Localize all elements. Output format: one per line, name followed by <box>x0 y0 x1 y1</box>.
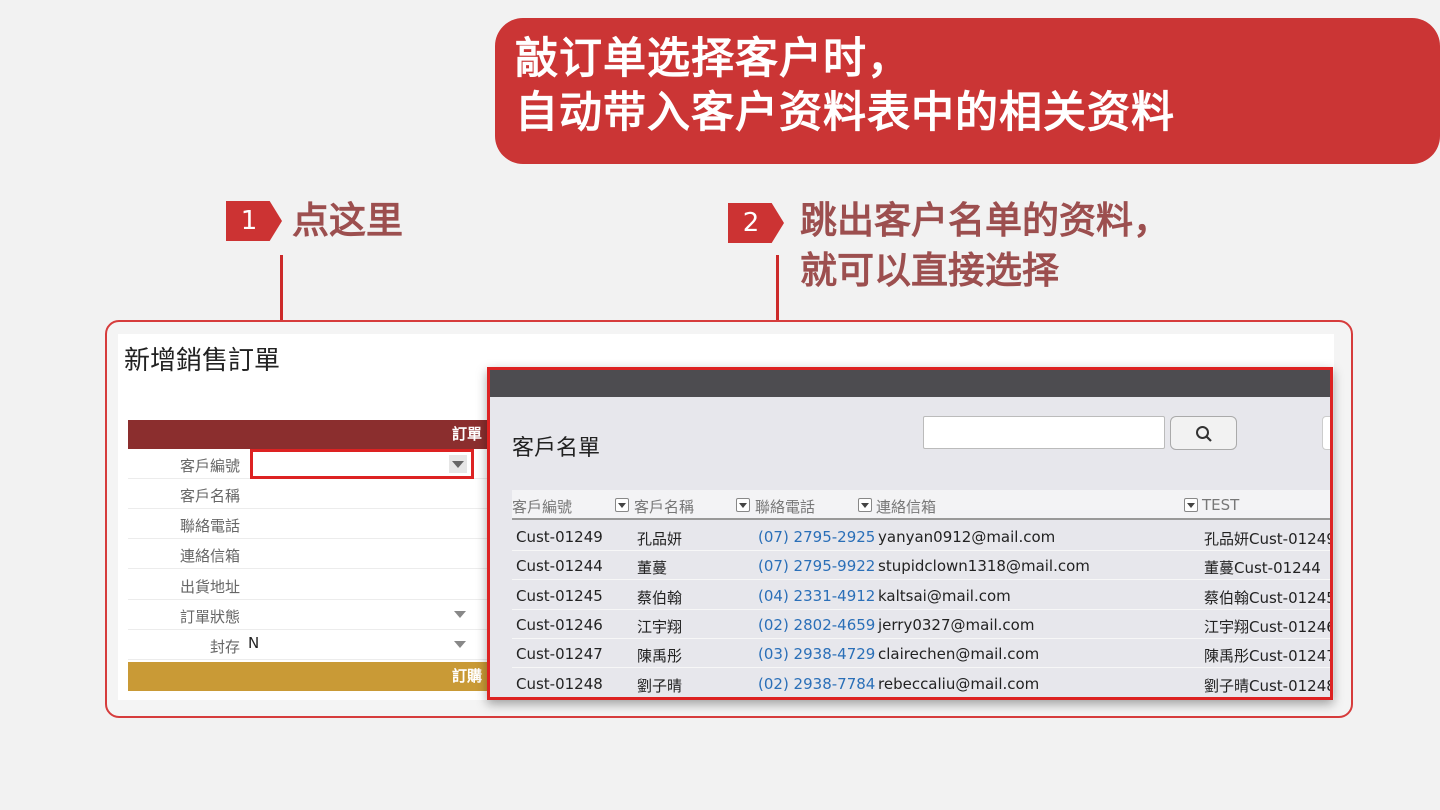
cell-customer-name: 劉子晴 <box>637 676 683 695</box>
chevron-down-icon[interactable] <box>454 611 466 618</box>
cell-phone[interactable]: (04) 2331-4912 <box>758 587 875 605</box>
column-header-customer-id[interactable]: 客戶編號 <box>512 496 572 517</box>
step-2-text-2: 就可以直接选择 <box>800 249 1059 292</box>
step-2-text: 跳出客户名单的资料， <box>800 199 1170 242</box>
table-row[interactable]: Cust-01248 劉子晴 (02) 2938-7784 rebeccaliu@ma… <box>512 669 1333 697</box>
cell-test: 董蔓Cust-01244 <box>1204 559 1321 578</box>
field-label: 封存 <box>209 638 240 656</box>
search-button[interactable] <box>1170 416 1237 450</box>
field-value: N <box>248 634 260 652</box>
step-1-text: 点这里 <box>292 199 403 242</box>
table-row[interactable]: Cust-01246 江宇翔 (02) 2802-4659 jerry0327@mai… <box>512 610 1333 639</box>
cell-customer-name: 董蔓 <box>637 559 668 578</box>
table-row[interactable]: Cust-01249 孔品妍 (07) 2795-2925 yanyan0912@ma… <box>512 522 1333 551</box>
step-2-badge: 2 <box>728 203 784 243</box>
sort-dropdown-icon[interactable] <box>736 498 750 512</box>
field-email[interactable]: 連絡信箱 <box>128 539 488 569</box>
chevron-down-icon[interactable] <box>454 641 466 648</box>
cell-email: rebeccaliu@mail.com <box>878 674 1040 693</box>
cell-customer-id: Cust-01249 <box>516 528 603 546</box>
section-purchase-header: 訂購 <box>128 662 488 691</box>
field-ship-address[interactable]: 出貨地址 <box>128 570 488 600</box>
field-label: 出貨地址 <box>179 578 240 596</box>
field-label: 客戶名稱 <box>179 487 240 505</box>
table-row[interactable]: Cust-01244 董蔓 (07) 2795-9922 stupidclown131… <box>512 551 1330 581</box>
cell-email: kaltsai@mail.com <box>878 586 1011 605</box>
cell-phone[interactable]: (02) 2802-4659 <box>758 616 875 634</box>
cell-customer-id: Cust-01244 <box>516 557 603 576</box>
field-phone[interactable]: 聯絡電話 <box>128 509 488 539</box>
field-label: 客戶編號 <box>179 457 240 475</box>
cell-customer-id: Cust-01246 <box>516 615 603 634</box>
field-label: 訂單狀態 <box>179 608 240 626</box>
cell-phone[interactable]: (07) 2795-9922 <box>758 557 875 575</box>
chevron-down-icon[interactable] <box>449 455 467 473</box>
cell-customer-name: 江宇翔 <box>637 617 683 636</box>
cell-test: 孔品妍Cust-01249 <box>1204 530 1333 548</box>
cell-test: 劉子晴Cust-01248 <box>1204 676 1333 695</box>
title-banner: 敲订单选择客户时， 自动带入客户资料表中的相关资料 <box>495 18 1440 164</box>
cell-phone[interactable]: (03) 2938-4729 <box>758 645 875 663</box>
cell-email: yanyan0912@mail.com <box>878 528 1056 546</box>
cell-phone[interactable]: (07) 2795-2925 <box>758 528 875 546</box>
cell-email: stupidclown1318@mail.com <box>878 557 1090 576</box>
cell-customer-id: Cust-01248 <box>516 674 603 693</box>
field-customer-name[interactable]: 客戶名稱 <box>128 479 488 509</box>
customer-id-dropdown[interactable] <box>250 449 474 479</box>
cell-test: 陳禹彤Cust-01247 <box>1204 647 1333 666</box>
field-order-status[interactable]: 訂單狀態 <box>128 600 488 630</box>
cell-customer-name: 孔品妍 <box>637 530 683 548</box>
cell-phone[interactable]: (02) 2938-7784 <box>758 675 875 693</box>
customer-list-popup: 客戶名單 客戶編號 客戶名稱 聯絡電話 連絡信箱 TEST Cust-01249… <box>487 367 1333 700</box>
column-header-test[interactable]: TEST <box>1202 496 1239 514</box>
sort-dropdown-icon[interactable] <box>615 498 629 512</box>
cell-customer-name: 蔡伯翰 <box>637 588 683 607</box>
step-1-badge: 1 <box>226 201 282 241</box>
field-label: 連絡信箱 <box>179 547 240 565</box>
cell-email: jerry0327@mail.com <box>878 615 1035 634</box>
popup-header-bar <box>490 370 1330 397</box>
sort-dropdown-icon[interactable] <box>858 498 872 512</box>
form-title: 新增銷售訂單 <box>124 346 281 376</box>
cell-test: 江宇翔Cust-01246 <box>1204 617 1333 636</box>
popup-title: 客戶名單 <box>512 436 601 461</box>
cell-customer-id: Cust-01245 <box>516 586 603 605</box>
sort-dropdown-icon[interactable] <box>1184 498 1198 512</box>
cell-email: clairechen@mail.com <box>878 645 1040 664</box>
cell-customer-name: 陳禹彤 <box>637 647 683 666</box>
popup-edge-button[interactable] <box>1322 416 1330 450</box>
column-header-phone[interactable]: 聯絡電話 <box>755 496 815 517</box>
table-row[interactable]: Cust-01245 蔡伯翰 (04) 2331-4912 kaltsai@mail.… <box>512 581 1333 610</box>
column-header-email[interactable]: 連絡信箱 <box>876 496 936 517</box>
field-archive[interactable]: 封存 N <box>128 630 488 660</box>
table-row[interactable]: Cust-01247 陳禹彤 (03) 2938-4729 clairechen@ma… <box>512 639 1333 669</box>
table-header: 客戶編號 客戶名稱 聯絡電話 連絡信箱 TEST <box>512 490 1330 520</box>
banner-line-1: 敲订单选择客户时， <box>515 34 911 84</box>
search-icon <box>1196 426 1212 442</box>
banner-line-2: 自动带入客户资料表中的相关资料 <box>515 88 1175 138</box>
cell-test: 蔡伯翰Cust-01245 <box>1204 588 1333 607</box>
cell-customer-id: Cust-01247 <box>516 645 603 664</box>
field-label: 聯絡電話 <box>179 517 240 535</box>
search-input[interactable] <box>923 416 1165 449</box>
column-header-customer-name[interactable]: 客戶名稱 <box>634 496 694 517</box>
section-order-header: 訂單 <box>128 420 488 449</box>
